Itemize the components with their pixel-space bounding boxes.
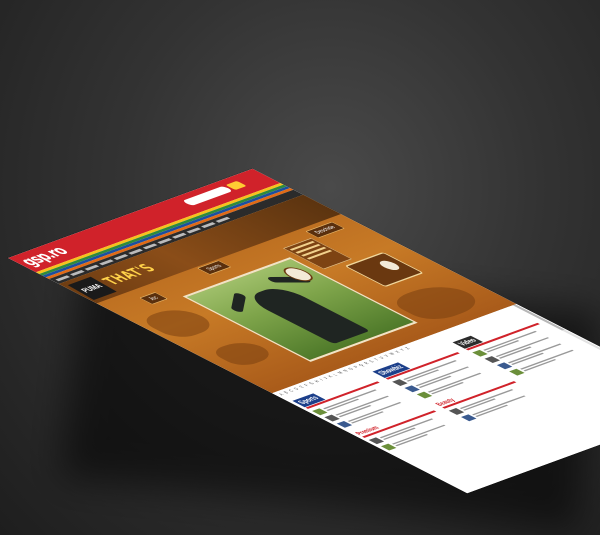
player-figure [243,284,371,345]
player-arm [230,292,247,314]
promo-sign[interactable] [344,251,424,288]
football-icon [373,258,406,273]
mockup-scene: gsp.ro PUMA THAT'S Joc Sports Deschide A… [0,0,600,535]
tab-joc[interactable]: Joc [139,292,169,305]
column-title[interactable]: Video [452,335,484,349]
mud-splash [208,338,278,369]
column-title[interactable]: Sports [292,393,326,408]
